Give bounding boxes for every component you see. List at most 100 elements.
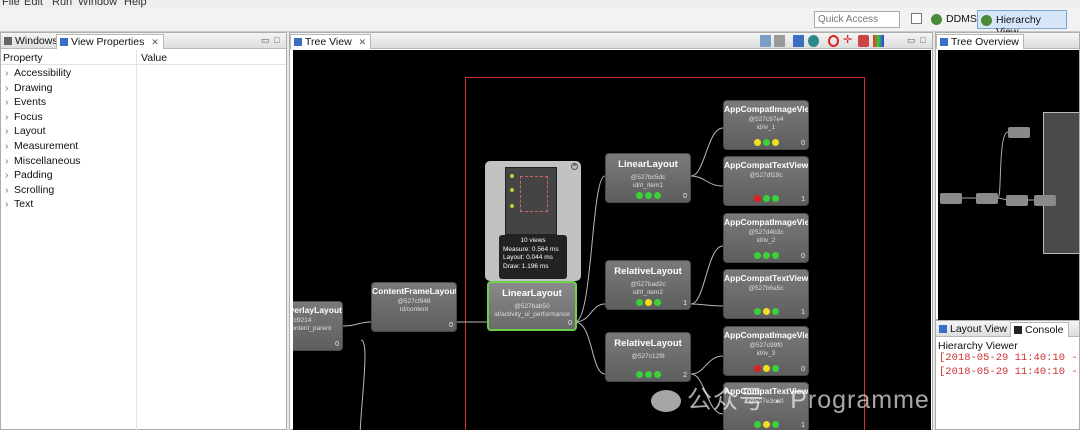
edge-rl2-txt2 (690, 303, 724, 307)
column-value[interactable]: Value (141, 52, 167, 64)
maximize-icon[interactable]: □ (274, 35, 279, 45)
menu-window[interactable]: Window (78, 0, 117, 8)
node-index: 0 (801, 140, 805, 147)
console-line: [2018-05-29 11:40:10 - (939, 366, 1078, 378)
maximize-icon[interactable]: □ (920, 35, 925, 45)
property-miscellaneous[interactable]: Miscellaneous (1, 154, 286, 169)
perf-dot (762, 252, 770, 259)
load-view-icon[interactable] (793, 35, 804, 47)
open-perspective-icon[interactable] (911, 13, 922, 24)
node-hash: @527df19c (749, 172, 783, 179)
node-index: 0 (801, 253, 805, 260)
watermark: 公众号 · Programmer (687, 386, 931, 414)
tab-tree-overview-label: Tree Overview (951, 36, 1019, 48)
dump-icon[interactable] (858, 35, 869, 47)
menu-help[interactable]: Help (124, 0, 147, 8)
profile-icon[interactable] (873, 35, 884, 47)
node-title: verlayLayout (293, 305, 342, 315)
request-layout-icon[interactable]: ✛ (843, 35, 854, 47)
property-measurement[interactable]: Measurement (1, 139, 286, 154)
quick-access-input[interactable] (814, 11, 900, 28)
view-properties-pane: Windows View Properties ✕ ▭ □ Property V… (0, 32, 287, 430)
node-content-frame-layout[interactable]: ContentFrameLayout @527cf948 id/content … (371, 282, 457, 332)
overview-tab-bar: Tree Overview (936, 33, 1079, 49)
tab-console[interactable]: Console (1010, 322, 1069, 337)
node-image-view-1[interactable]: AppCompatImageView @527c97e4 id/iv_1 0 (723, 100, 809, 150)
node-title: LinearLayout (618, 159, 678, 170)
edge-ll1-txt1 (690, 175, 724, 187)
perspective-ddms-button[interactable]: DDMS (928, 10, 981, 29)
perf-dot (771, 195, 779, 202)
node-id: id/rl_item1 (633, 182, 663, 189)
node-index: 0 (449, 322, 453, 329)
property-layout[interactable]: Layout (1, 124, 286, 139)
property-text[interactable]: Text (1, 197, 286, 212)
menu-edit[interactable]: Edit (24, 0, 43, 8)
tree-canvas[interactable]: × 10 views Measure: 0.564 ms Layout: 0.0… (293, 50, 931, 430)
property-accessibility[interactable]: Accessibility (1, 66, 286, 81)
node-id: id/iv_3 (756, 350, 776, 357)
property-focus[interactable]: Focus (1, 110, 286, 125)
node-text-view-1[interactable]: AppCompatTextView @527df19c 1 (723, 156, 809, 206)
tab-windows[interactable]: Windows (1, 34, 62, 49)
close-icon[interactable]: ✕ (359, 37, 367, 47)
node-hash: 7c9214 (293, 317, 312, 324)
node-index: 0 (801, 366, 805, 373)
view-preview-popup: × 10 views Measure: 0.564 ms Layout: 0.0… (485, 161, 581, 281)
console-icon (1014, 326, 1022, 334)
tab-tree-view[interactable]: Tree View ✕ (290, 34, 372, 49)
draw-time: Draw: 1.196 ms (503, 262, 549, 270)
node-image-view-2[interactable]: AppCompatImageView @527d4b3c id/iv_2 0 (723, 213, 809, 263)
node-index: 0 (568, 320, 572, 327)
node-relative-layout-2[interactable]: RelativeLayout @527bad2c id/rl_item2 1 (605, 260, 691, 310)
property-padding[interactable]: Padding (1, 168, 286, 183)
column-property[interactable]: Property (3, 52, 43, 64)
perf-dot (762, 365, 770, 372)
menu-run[interactable]: Run (52, 0, 72, 8)
console-tab-bar: Layout View Console (936, 321, 1079, 337)
perf-dot (644, 371, 652, 378)
node-id: id/rl_item2 (633, 289, 663, 296)
tree-overview-icon (940, 38, 948, 46)
perf-indicators (724, 363, 808, 372)
minimize-icon[interactable]: ▭ (261, 35, 270, 46)
node-index: 0 (335, 341, 339, 348)
node-root-linear-layout[interactable]: LinearLayout @527bab50 id/activity_ui_pe… (487, 281, 577, 331)
tree-overview-pane: Tree Overview (935, 32, 1080, 320)
close-icon[interactable]: ✕ (151, 37, 159, 47)
property-drawing[interactable]: Drawing (1, 81, 286, 96)
overview-viewport[interactable] (1043, 112, 1079, 254)
perf-indicators (606, 190, 690, 199)
node-image-view-3[interactable]: AppCompatImageView @527c99f0 id/iv_3 0 (723, 326, 809, 376)
save-png-icon[interactable] (760, 35, 771, 47)
node-id: id/iv_1 (756, 124, 776, 131)
tab-layout-view[interactable]: Layout View (936, 322, 1011, 337)
perspective-hierarchy-view-button[interactable]: Hierarchy View (977, 10, 1067, 38)
property-scrolling[interactable]: Scrolling (1, 183, 286, 198)
perf-dot (753, 421, 761, 428)
view-stats: 10 views Measure: 0.564 ms Layout: 0.044… (499, 235, 567, 279)
edge-overlay-down (359, 339, 366, 430)
minimize-icon[interactable]: ▭ (907, 35, 916, 46)
node-title: RelativeLayout (614, 266, 682, 277)
node-overlay-layout[interactable]: verlayLayout 7c9214 content_parent 0 (293, 301, 343, 351)
node-index: 1 (683, 300, 687, 307)
menu-file[interactable]: File (2, 0, 20, 8)
node-hash: @527bab50 (514, 303, 550, 310)
perf-indicators (724, 137, 808, 146)
invalidate-icon[interactable] (828, 35, 839, 47)
node-text-view-2[interactable]: AppCompatTextView @527b6a5c 1 (723, 269, 809, 319)
close-icon[interactable]: × (571, 163, 578, 170)
node-linear-layout-1[interactable]: LinearLayout @527bc5dc id/rl_item1 0 (605, 153, 691, 203)
tab-view-properties[interactable]: View Properties ✕ (56, 34, 164, 49)
node-title: ContentFrameLayout (372, 286, 456, 296)
perf-dot (762, 195, 770, 202)
perf-dot (753, 195, 761, 202)
console-line: [2018-05-29 11:40:10 - (939, 352, 1078, 364)
overview-canvas[interactable] (938, 50, 1079, 320)
display-view-icon[interactable] (808, 35, 819, 47)
capture-layers-icon[interactable] (774, 35, 785, 47)
tab-tree-overview[interactable]: Tree Overview (936, 34, 1024, 49)
node-relative-layout-3[interactable]: RelativeLayout @527c12f8 2 (605, 332, 691, 382)
property-events[interactable]: Events (1, 95, 286, 110)
